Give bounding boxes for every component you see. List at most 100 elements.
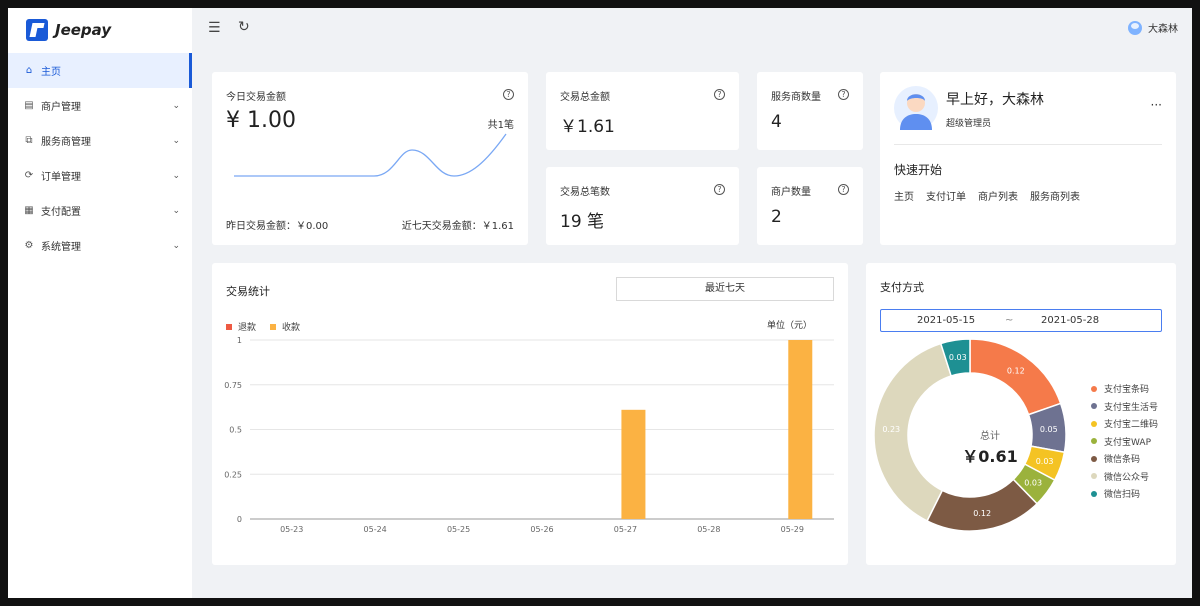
isv-count-value: 4 bbox=[771, 112, 782, 132]
quick-link[interactable]: 支付订单 bbox=[926, 192, 966, 203]
help-icon[interactable]: ? bbox=[838, 184, 849, 195]
pay-method-title: 支付方式 bbox=[880, 281, 924, 294]
help-icon[interactable]: ? bbox=[714, 184, 725, 195]
sidebar-item-4[interactable]: ▦ 支付配置 ⌄ bbox=[8, 193, 192, 228]
sidebar-item-2[interactable]: ⧉ 服务商管理 ⌄ bbox=[8, 123, 192, 158]
y-tick-label: 0.75 bbox=[224, 381, 242, 390]
legend-dot bbox=[1091, 473, 1097, 480]
donut-legend-item[interactable]: 支付宝条码 bbox=[1091, 380, 1158, 398]
slice-value-label: 0.12 bbox=[973, 509, 991, 518]
sidebar-item-label: 系统管理 bbox=[41, 242, 81, 253]
date-range-picker[interactable]: 2021-05-15 ~ 2021-05-28 bbox=[880, 309, 1162, 332]
date-separator: ~ bbox=[1005, 315, 1014, 326]
document-icon: ▦ bbox=[24, 205, 34, 216]
legend-label: 微信扫码 bbox=[1104, 490, 1141, 501]
donut-legend-item[interactable]: 支付宝二维码 bbox=[1091, 415, 1158, 433]
y-tick-label: 0.5 bbox=[229, 426, 242, 435]
donut-legend-item[interactable]: 微信条码 bbox=[1091, 450, 1158, 468]
seven-days-amount: 近七天交易金额：￥1.61 bbox=[401, 221, 514, 232]
period-select[interactable]: 最近七天 bbox=[616, 277, 834, 301]
legend-label: 支付宝条码 bbox=[1104, 385, 1150, 396]
legend-dot bbox=[1091, 438, 1097, 445]
legend-dot bbox=[1091, 490, 1097, 497]
donut-legend: 支付宝条码支付宝生活号 支付宝二维码 支付宝WAP 微信条码微信公众号微信扫码 bbox=[1091, 380, 1158, 503]
quick-start-title: 快速开始 bbox=[894, 163, 943, 177]
total-value: ￥0.61 bbox=[962, 447, 1018, 466]
total-amount-card: 交易总金额 ? ￥1.61 bbox=[546, 72, 739, 150]
donut-slice[interactable] bbox=[926, 478, 1039, 532]
sidebar-item-3[interactable]: ⟳ 订单管理 ⌄ bbox=[8, 158, 192, 193]
legend-label: 微信条码 bbox=[1104, 455, 1141, 466]
quick-link[interactable]: 商户列表 bbox=[978, 192, 1018, 203]
help-icon[interactable]: ? bbox=[838, 89, 849, 100]
chevron-down-icon: ⌄ bbox=[172, 135, 180, 146]
home-icon: ⌂ bbox=[25, 65, 33, 76]
sidebar-item-1[interactable]: ▤ 商户管理 ⌄ bbox=[8, 88, 192, 123]
sidebar-menu: ⌂ 主页 ▤ 商户管理 ⌄ ⧉ 服务商管理 ⌄ ⟳ 订单管理 ⌄ ▦ 支付配置 ⌄ ⚙ 系统管理 ⌄ bbox=[8, 53, 192, 263]
help-icon[interactable]: ? bbox=[503, 89, 514, 100]
donut-legend-item[interactable]: 支付宝WAP bbox=[1091, 433, 1158, 451]
reload-icon[interactable]: ↻ bbox=[238, 19, 250, 35]
chevron-down-icon: ⌄ bbox=[172, 170, 180, 181]
chevron-down-icon: ⌄ bbox=[172, 205, 180, 216]
bar[interactable] bbox=[788, 340, 813, 519]
start-date[interactable]: 2021-05-15 bbox=[917, 315, 975, 326]
sidebar-item-label: 服务商管理 bbox=[41, 137, 91, 148]
slice-value-label: 0.23 bbox=[882, 425, 900, 434]
legend-dot bbox=[1091, 420, 1097, 427]
refresh-icon: ⟳ bbox=[24, 170, 34, 181]
slice-value-label: 0.12 bbox=[1007, 367, 1025, 376]
legend-dot bbox=[1091, 403, 1097, 410]
total-count-label: 交易总笔数 bbox=[560, 187, 610, 198]
sidebar: Jeepay ⌂ 主页 ▤ 商户管理 ⌄ ⧉ 服务商管理 ⌄ ⟳ 订单管理 ⌄ ▦ 支付配置 ⌄ ⚙ 系统管理… bbox=[8, 8, 192, 598]
menu-fold-icon[interactable]: ☰ bbox=[208, 20, 221, 36]
legend-label: 支付宝WAP bbox=[1104, 437, 1151, 448]
end-date[interactable]: 2021-05-28 bbox=[1041, 315, 1099, 326]
more-button[interactable]: ··· bbox=[1151, 98, 1162, 112]
legend-label: 支付宝二维码 bbox=[1104, 420, 1159, 431]
today-trend-sparkline bbox=[234, 133, 507, 177]
chevron-down-icon: ⌄ bbox=[172, 100, 180, 111]
slice-value-label: 0.03 bbox=[1024, 478, 1042, 487]
help-icon[interactable]: ? bbox=[714, 89, 725, 100]
legend-label: 支付宝生活号 bbox=[1104, 402, 1159, 413]
sidebar-item-label: 商户管理 bbox=[41, 102, 81, 113]
mch-count-card: 商户数量 ? 2 bbox=[757, 167, 863, 245]
x-tick-label: 05-23 bbox=[280, 525, 303, 534]
donut-legend-item[interactable]: 微信公众号 bbox=[1091, 468, 1158, 486]
x-tick-label: 05-27 bbox=[614, 525, 637, 534]
x-tick-label: 05-29 bbox=[781, 525, 804, 534]
donut-legend-item[interactable]: 支付宝生活号 bbox=[1091, 398, 1158, 416]
x-tick-label: 05-28 bbox=[697, 525, 720, 534]
total-amount-label: 交易总金额 bbox=[560, 92, 610, 103]
total-amount-value: ￥1.61 bbox=[560, 117, 615, 137]
quick-link[interactable]: 服务商列表 bbox=[1030, 192, 1080, 203]
quick-link[interactable]: 主页 bbox=[894, 192, 914, 203]
settings-icon: ⚙ bbox=[24, 240, 34, 251]
divider bbox=[894, 144, 1162, 145]
total-count-card: 交易总笔数 ? 19 笔 bbox=[546, 167, 739, 245]
mch-count-value: 2 bbox=[771, 207, 782, 227]
today-count: 共1笔 bbox=[487, 120, 514, 131]
donut-legend-item[interactable]: 微信扫码 bbox=[1091, 485, 1158, 503]
copy-icon: ⧉ bbox=[25, 135, 33, 146]
legend-dot bbox=[1091, 385, 1097, 392]
sidebar-item-0[interactable]: ⌂ 主页 bbox=[8, 53, 192, 88]
slice-value-label: 0.03 bbox=[949, 353, 967, 362]
slice-value-label: 0.05 bbox=[1040, 425, 1058, 434]
logo[interactable]: Jeepay bbox=[26, 19, 111, 41]
user-name: 大森林 bbox=[1148, 24, 1178, 35]
y-tick-label: 1 bbox=[237, 336, 242, 345]
donut-slice[interactable] bbox=[969, 338, 1062, 416]
today-card: 今日交易金额 ? ¥ 1.00 共1笔 昨日交易金额：￥0.00 近七天交易金额… bbox=[212, 72, 528, 245]
today-label: 今日交易金额 bbox=[226, 92, 286, 103]
legend-label: 微信公众号 bbox=[1104, 472, 1150, 483]
grid-icon: ▤ bbox=[24, 100, 34, 111]
x-tick-label: 05-25 bbox=[447, 525, 470, 534]
x-tick-label: 05-26 bbox=[530, 525, 553, 534]
user-menu[interactable]: 大森林 bbox=[1128, 20, 1178, 35]
sidebar-item-5[interactable]: ⚙ 系统管理 ⌄ bbox=[8, 228, 192, 263]
bar[interactable] bbox=[621, 409, 646, 519]
trade-bar-chart: 0 0.25 0.5 0.75 1 05-23 05-24 05-25 05-26 05-27 05… bbox=[224, 336, 834, 534]
total-label: 总计 bbox=[980, 431, 1000, 442]
